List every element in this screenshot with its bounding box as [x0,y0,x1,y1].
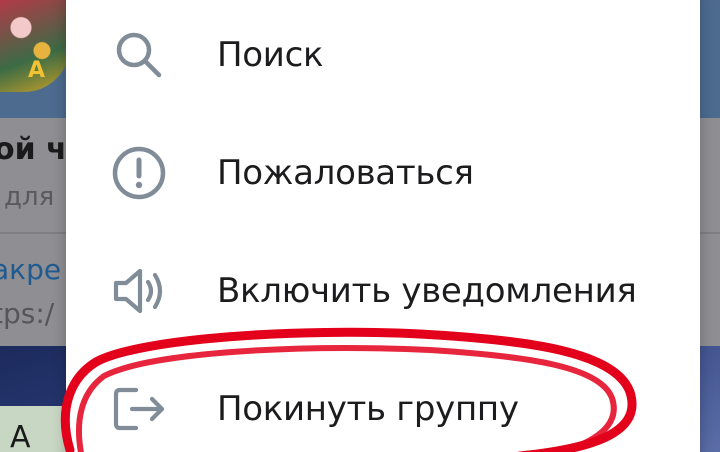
pinned-post-link[interactable]: tps:/ [0,297,54,330]
screen: A ой ч для акре tps:/ А Поиск [0,0,720,452]
menu-item-label: Покинуть группу [217,389,519,429]
post-image-text: А [10,420,31,452]
leave-icon [108,378,170,440]
menu-item-leave-group[interactable]: Покинуть группу [66,350,700,452]
menu-item-report[interactable]: Пожаловаться [66,114,700,232]
menu-item-enable-notifications[interactable]: Включить уведомления [66,232,700,350]
search-icon [108,24,170,86]
pinned-post-label[interactable]: акре [0,253,61,286]
menu-item-label: Пожаловаться [217,153,474,193]
speaker-icon [108,260,170,322]
group-title: ой ч [0,132,67,167]
menu-item-label: Включить уведомления [217,271,637,311]
context-menu: Поиск Пожаловаться Включить уведомления … [66,0,700,452]
menu-item-search[interactable]: Поиск [66,0,700,114]
menu-item-label: Поиск [217,35,324,75]
group-subtitle: для [4,182,55,212]
report-icon [108,142,170,204]
avatar-letter: A [28,58,46,83]
